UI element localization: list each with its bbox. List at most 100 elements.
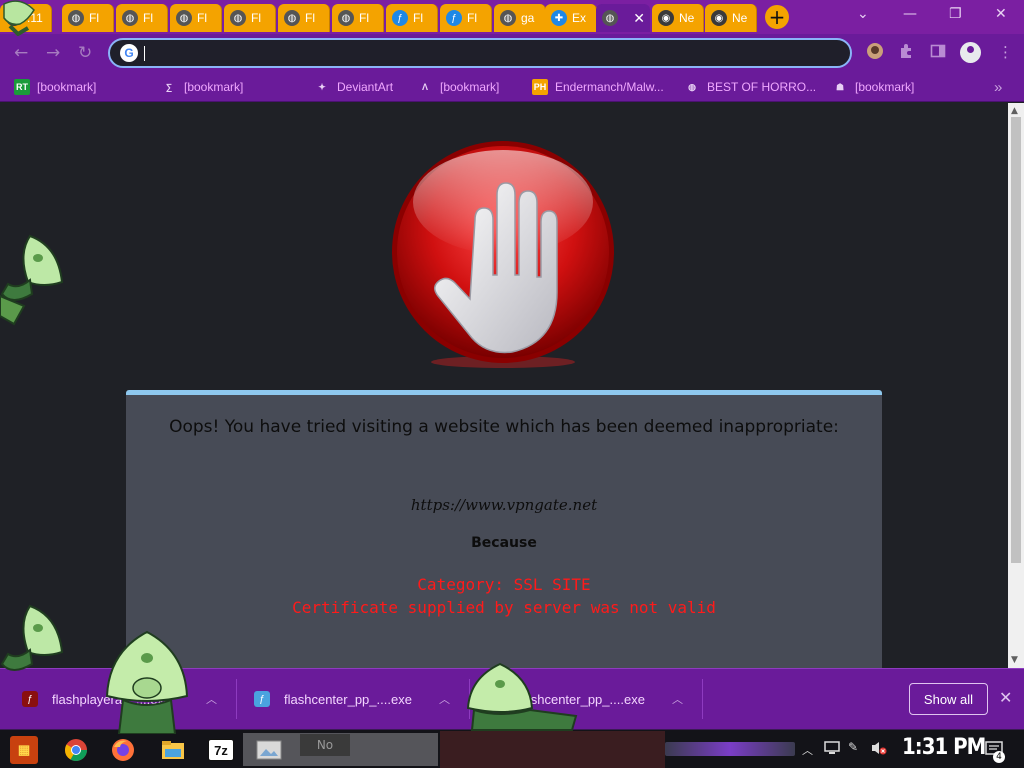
bookmark-item[interactable]: ◍ BEST OF HORRO... xyxy=(684,79,816,95)
tab-title: Fl xyxy=(197,11,207,25)
taskbar-clock[interactable]: 1:31 PM xyxy=(902,735,986,760)
toolbar: ← → ↻ G ⋮ xyxy=(0,34,1024,72)
tab-title: Fl xyxy=(413,11,423,25)
restore-icon[interactable]: ❐ xyxy=(949,6,962,22)
forward-icon[interactable]: → xyxy=(46,43,60,63)
chevron-up-icon[interactable]: ︿ xyxy=(672,691,683,707)
bookmark-label: Endermanch/Malw... xyxy=(555,80,664,94)
tab-title: Fl xyxy=(89,11,99,25)
bookmark-label: [bookmark] xyxy=(440,80,500,94)
browser-tab[interactable]: ◍ Fl xyxy=(224,4,276,32)
page-content: Oops! You have tried visiting a website … xyxy=(0,103,1008,668)
browser-tab[interactable]: ◍ ga xyxy=(494,4,546,32)
taskbar-decoration xyxy=(665,742,795,756)
back-icon[interactable]: ← xyxy=(14,43,28,63)
download-item[interactable]: ƒ flashcenter_pp_....exe xyxy=(254,669,412,729)
pen-icon[interactable]: ✎ xyxy=(848,740,858,754)
chevron-up-icon[interactable]: ︿ xyxy=(206,691,217,707)
bookmark-favicon-icon: ◍ xyxy=(688,81,696,92)
bookmarks-overflow-icon[interactable]: » xyxy=(994,79,1002,96)
browser-tab[interactable]: ◉ Ne xyxy=(705,4,757,32)
browser-tab[interactable]: ◍ Fl xyxy=(116,4,168,32)
because-label: Because xyxy=(471,535,537,551)
close-tab-icon[interactable]: ✕ xyxy=(633,10,645,27)
browser-tab[interactable]: ◍ Fl xyxy=(332,4,384,32)
globe-icon: ◍ xyxy=(338,10,354,26)
bookmark-label: BEST OF HORRO... xyxy=(707,80,817,94)
browser-tab[interactable]: ◍ Fl xyxy=(170,4,222,32)
chrome-icon[interactable] xyxy=(62,736,90,764)
tab-strip: ◉.11◍Fl◍Fl◍Fl◍Fl◍Fl◍FlƒFlƒFl◍ga✚Ex◍✕◉Ne◉… xyxy=(0,0,1024,34)
taskbar-window-label[interactable]: No xyxy=(300,734,350,756)
bookmark-item[interactable]: RT [bookmark] xyxy=(14,79,96,95)
browser-tab[interactable]: ◍ Fl xyxy=(62,4,114,32)
flashcenter-icon: ƒ xyxy=(254,691,270,707)
tab-title: Fl xyxy=(359,11,369,25)
bookmark-favicon-icon: RT xyxy=(14,79,30,95)
browser-tab[interactable]: ◍ ✕ xyxy=(596,4,650,32)
image-viewer-icon[interactable] xyxy=(255,736,283,764)
bookmark-item[interactable]: ✦ DeviantArt xyxy=(314,79,393,95)
scroll-up-icon[interactable]: ▲ xyxy=(1011,106,1018,116)
tab-title: ga xyxy=(521,11,535,25)
bookmark-label: [bookmark] xyxy=(184,80,244,94)
menu-kebab-icon[interactable]: ⋮ xyxy=(998,43,1013,61)
bookmark-item[interactable]: PH Endermanch/Malw... xyxy=(532,79,664,95)
character-sticker xyxy=(0,234,64,326)
file-explorer-icon[interactable] xyxy=(159,736,187,764)
block-reason: Certificate supplied by server was not v… xyxy=(292,598,716,617)
character-sticker xyxy=(3,0,35,36)
minimize-icon[interactable]: — xyxy=(903,6,917,22)
page-scrollbar[interactable]: ▲ ▼ xyxy=(1008,103,1024,668)
address-bar[interactable]: G xyxy=(108,38,852,68)
character-sticker xyxy=(105,630,189,734)
bookmark-label: [bookmark] xyxy=(855,80,915,94)
bookmark-item[interactable]: ☗ [bookmark] xyxy=(832,79,914,95)
puzzle-icon: ✚ xyxy=(551,10,567,26)
7zip-icon[interactable]: 7z xyxy=(208,739,234,761)
tray-chevron-icon[interactable]: ︿ xyxy=(802,742,813,758)
browser-tab[interactable]: ƒ Fl xyxy=(440,4,492,32)
scroll-thumb[interactable] xyxy=(1011,117,1021,563)
start-icon[interactable]: ▦ xyxy=(10,736,38,764)
bookmark-favicon-icon: PH xyxy=(532,79,548,95)
character-sticker xyxy=(466,662,578,731)
bookmark-item[interactable]: ∑ [bookmark] xyxy=(161,79,244,95)
tab-search-icon[interactable]: ⌄ xyxy=(857,6,869,22)
character-sticker xyxy=(0,604,64,671)
browser-tab[interactable]: ƒ Fl xyxy=(386,4,438,32)
bookmark-favicon-icon: ☗ xyxy=(835,81,845,92)
browser-tab[interactable]: ✚ Ex xyxy=(545,4,597,32)
globe-icon: ◍ xyxy=(122,10,138,26)
browser-tab[interactable]: ◍ Fl xyxy=(278,4,330,32)
globe-icon: ◍ xyxy=(284,10,300,26)
network-icon[interactable] xyxy=(823,740,841,760)
bookmark-favicon-icon: Λ xyxy=(421,82,428,92)
new-tab-button[interactable]: + xyxy=(765,5,789,29)
tab-title: Ne xyxy=(732,11,748,25)
bookmark-item[interactable]: Λ [bookmark] xyxy=(417,79,499,95)
close-download-bar-icon[interactable]: ✕ xyxy=(999,688,1012,707)
extensions-puzzle-icon[interactable] xyxy=(898,43,914,63)
firefox-icon[interactable] xyxy=(109,736,137,764)
bookmarks-bar: RT [bookmark] ∑ [bookmark] ✦ DeviantArt Λ [book… xyxy=(0,72,1024,102)
bookmark-label: DeviantArt xyxy=(337,80,394,94)
text-caret xyxy=(144,46,145,61)
volume-muted-icon[interactable] xyxy=(870,740,888,760)
side-panel-icon[interactable] xyxy=(930,43,946,63)
show-all-button[interactable]: Show all xyxy=(909,683,988,715)
taskbar-window-active[interactable] xyxy=(440,731,665,768)
scroll-down-icon[interactable]: ▼ xyxy=(1011,655,1018,665)
reload-icon[interactable]: ↻ xyxy=(78,43,92,63)
divider xyxy=(702,679,703,719)
extension-avatar-icon[interactable] xyxy=(866,42,884,64)
block-heading: Oops! You have tried visiting a website … xyxy=(169,417,839,437)
blocked-url: https://www.vpngate.net xyxy=(410,496,598,514)
address-input[interactable] xyxy=(142,42,832,64)
bookmark-favicon-icon: ∑ xyxy=(165,82,173,92)
tab-title: Ne xyxy=(679,11,695,25)
chevron-up-icon[interactable]: ︿ xyxy=(439,691,450,707)
close-window-icon[interactable]: ✕ xyxy=(995,6,1007,22)
profile-avatar-icon[interactable] xyxy=(960,42,981,63)
browser-tab[interactable]: ◉ Ne xyxy=(652,4,704,32)
